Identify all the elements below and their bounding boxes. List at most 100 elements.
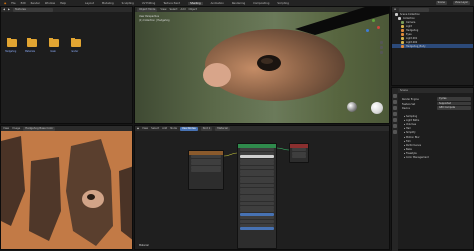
properties-editor: Scene Render Engine Cycles Feature Set S… <box>391 87 474 251</box>
tab-layout[interactable]: Layout <box>85 2 94 5</box>
output-tab-icon[interactable] <box>393 100 397 104</box>
section-label: Hair <box>405 127 411 131</box>
viewport-nav-buttons <box>380 41 383 54</box>
section-label: Sampling <box>405 114 418 118</box>
section-label: Performance <box>405 143 422 147</box>
collection-icon <box>395 12 398 16</box>
section-label: Freestyle <box>405 152 417 156</box>
tab-modeling[interactable]: Modeling <box>102 2 114 5</box>
axis-y-icon[interactable] <box>372 19 375 22</box>
object-tab-icon[interactable] <box>393 118 397 122</box>
modifier-tab-icon[interactable] <box>393 124 397 128</box>
outliner-item-label: Light.002 <box>406 40 418 44</box>
section-label: Light Paths <box>405 118 420 122</box>
workspace-tabs: Layout Modeling Sculpting UV Editing Tex… <box>85 1 289 5</box>
axis-z-icon[interactable] <box>366 29 369 32</box>
light-icon <box>401 24 404 28</box>
camera-icon[interactable] <box>380 51 383 54</box>
zoom-icon[interactable] <box>380 41 383 44</box>
light-icon <box>401 36 404 40</box>
menu-help[interactable]: Help <box>60 2 66 5</box>
section-label: Film <box>405 139 411 143</box>
menu-edit[interactable]: Edit <box>21 2 26 5</box>
folder-icon[interactable] <box>27 38 37 47</box>
hdri-preview-sphere <box>347 102 357 112</box>
menu-add[interactable]: Add <box>181 8 186 11</box>
menu-select[interactable]: Select <box>170 8 178 11</box>
render-engine-label: Render Engine <box>402 98 419 101</box>
device-dropdown[interactable]: GPU Compute <box>437 106 471 110</box>
file-path-field[interactable]: Textures <box>13 7 53 12</box>
properties-title: Scene <box>400 89 408 92</box>
file-browser-header: ◀ ▶ Textures <box>1 7 132 12</box>
folder-label[interactable]: Materials <box>25 50 35 53</box>
section-label: Simplify <box>405 131 416 135</box>
pan-icon[interactable] <box>380 46 383 49</box>
menu-view[interactable]: View <box>160 8 166 11</box>
mode-selector[interactable]: Object Mode <box>137 7 158 12</box>
navigation-gizmo[interactable] <box>363 17 383 37</box>
view-layer-selector[interactable]: View Layer <box>452 1 470 5</box>
hdri-preview-sphere <box>371 102 383 114</box>
section-label: Motion Blur <box>405 135 420 139</box>
section-color-management[interactable]: ▸ Color Management <box>398 156 474 160</box>
mesh-icon <box>401 44 404 48</box>
scene-tab-icon[interactable] <box>393 106 397 110</box>
render-engine-dropdown[interactable]: Cycles <box>437 97 471 101</box>
properties-sections: ▸ Sampling ▸ Light Paths ▸ Volumes ▸ Hai… <box>398 114 474 160</box>
axis-x-icon[interactable] <box>377 26 380 29</box>
tab-texture-paint[interactable]: Texture Paint <box>163 2 180 5</box>
scene-selectors: Scene View Layer <box>435 1 470 5</box>
world-tab-icon[interactable] <box>393 112 397 116</box>
outliner-item-label: Collection <box>403 16 415 20</box>
image-selector[interactable]: Hedgehog Base Color <box>23 126 56 131</box>
hedgehog-model[interactable] <box>195 19 345 107</box>
tab-shading[interactable]: Shading <box>188 1 203 5</box>
tab-compositing[interactable]: Compositing <box>253 2 269 5</box>
3d-viewport[interactable]: Object Mode View Select Add Object User … <box>134 6 390 124</box>
menu-file[interactable]: File <box>11 2 15 5</box>
folder-label[interactable]: Hedgehog <box>5 50 16 53</box>
outliner-item-label: Hedgehog_Body <box>406 44 426 48</box>
feature-set-label: Feature Set <box>402 102 416 106</box>
back-arrow-icon[interactable]: ◀ <box>3 8 5 11</box>
section-label: Bake <box>405 148 412 152</box>
folder-label[interactable]: mask <box>50 50 56 53</box>
folder-icon[interactable] <box>71 38 81 47</box>
forward-arrow-icon[interactable]: ▶ <box>8 8 10 11</box>
outliner-search[interactable] <box>399 7 430 12</box>
scene-selector[interactable]: Scene <box>435 1 447 5</box>
mesh-icon <box>401 28 404 32</box>
device-label: Device <box>402 107 410 110</box>
outliner-icon[interactable]: ☰ <box>394 8 396 11</box>
tab-rendering[interactable]: Rendering <box>232 2 245 5</box>
menu-object[interactable]: Object <box>189 8 197 11</box>
folder-icon[interactable] <box>7 38 17 47</box>
image-editor[interactable]: View Image Hedgehog Base Color <box>0 125 133 250</box>
section-label: Volumes <box>405 122 417 126</box>
menu-window[interactable]: Window <box>45 2 55 5</box>
folder-icon[interactable] <box>49 38 59 47</box>
tab-sculpting[interactable]: Sculpting <box>122 2 134 5</box>
tab-animation[interactable]: Animation <box>211 2 224 5</box>
tab-scripting[interactable]: Scripting <box>277 2 289 5</box>
folder-label[interactable]: render <box>71 50 78 53</box>
node-links <box>223 147 290 157</box>
tab-uv-editing[interactable]: UV Editing <box>142 2 156 5</box>
material-tab-icon[interactable] <box>393 130 397 134</box>
outliner-item-selected[interactable]: Hedgehog_Body <box>392 44 473 48</box>
blender-logo-icon[interactable]: ◉ <box>4 2 6 5</box>
file-browser: ◀ ▶ Textures Hedgehog Materials mask ren… <box>0 6 133 124</box>
outliner-item-label: Scene Collection <box>400 12 420 16</box>
viewport-overlay-text: (1) Collection | Hedgehog <box>139 19 170 22</box>
section-label: Color Management <box>405 156 429 160</box>
menu-image[interactable]: Image <box>12 127 20 130</box>
menu-view[interactable]: View <box>3 127 9 130</box>
properties-tab-bar <box>392 88 398 251</box>
feature-set-dropdown[interactable]: Supported <box>437 101 471 106</box>
viewport-overlay-text: User Perspective <box>139 15 160 18</box>
menu-render[interactable]: Render <box>31 2 40 5</box>
shader-node-editor[interactable]: ◆ View Select Add Node Use Nodes Slot 1 … <box>134 125 390 250</box>
camera-icon <box>401 20 404 24</box>
render-tab-icon[interactable] <box>393 94 397 98</box>
